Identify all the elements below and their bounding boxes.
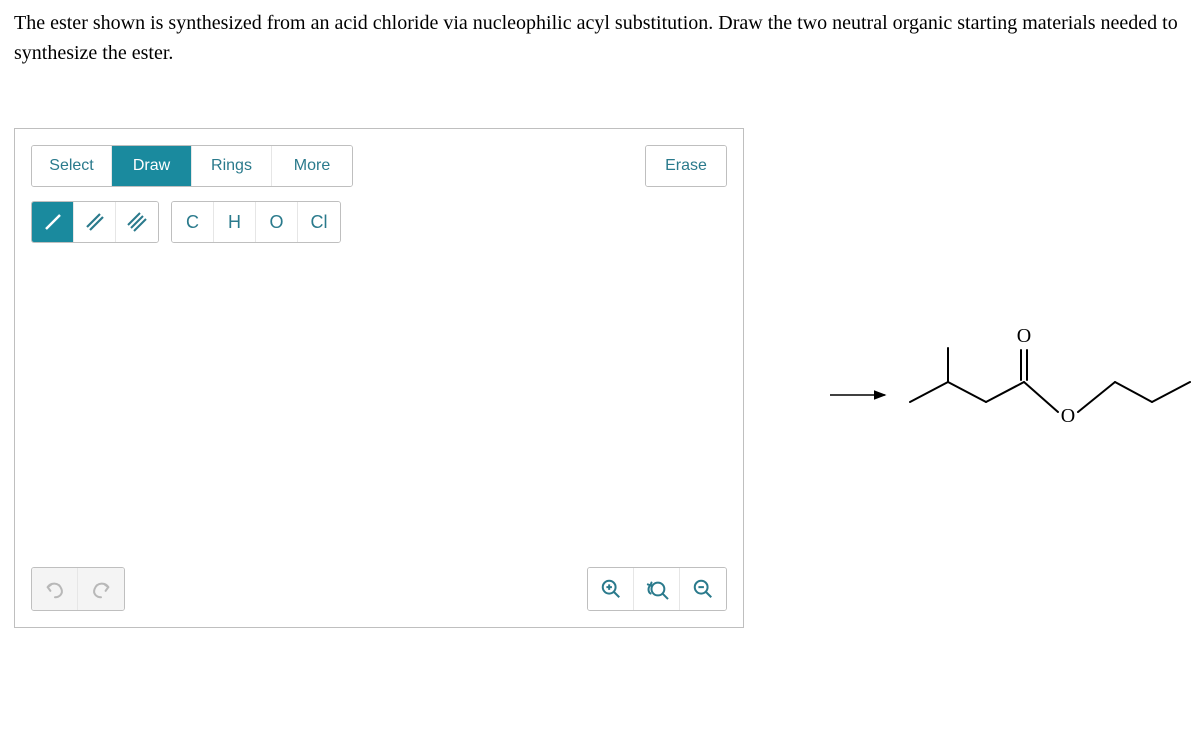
history-group bbox=[31, 567, 125, 611]
hydrogen-button[interactable]: H bbox=[214, 202, 256, 242]
rings-button[interactable]: Rings bbox=[192, 146, 272, 186]
element-group: C H O Cl bbox=[171, 201, 341, 243]
product-molecule: O O bbox=[800, 320, 1200, 500]
carbonyl-oxygen-label: O bbox=[1017, 325, 1031, 347]
ester-oxygen-label: O bbox=[1061, 405, 1075, 427]
redo-button[interactable] bbox=[78, 568, 124, 610]
zoom-in-icon bbox=[600, 578, 622, 600]
redo-icon bbox=[90, 578, 112, 600]
undo-button[interactable] bbox=[32, 568, 78, 610]
chlorine-button[interactable]: Cl bbox=[298, 202, 340, 242]
undo-icon bbox=[44, 578, 66, 600]
single-bond-button[interactable] bbox=[32, 202, 74, 242]
toolbar-row-2: C H O Cl bbox=[31, 201, 727, 243]
erase-group: Erase bbox=[645, 145, 727, 187]
zoom-reset-icon bbox=[645, 578, 669, 600]
zoom-out-icon bbox=[692, 578, 714, 600]
toolbar-row-1: Select Draw Rings More Erase bbox=[31, 145, 727, 187]
drawing-canvas[interactable] bbox=[31, 257, 727, 577]
carbon-button[interactable]: C bbox=[172, 202, 214, 242]
bottom-tools bbox=[31, 567, 727, 611]
zoom-in-button[interactable] bbox=[588, 568, 634, 610]
draw-button[interactable]: Draw bbox=[112, 146, 192, 186]
bond-group bbox=[31, 201, 159, 243]
single-bond-icon bbox=[32, 202, 73, 242]
double-bond-button[interactable] bbox=[74, 202, 116, 242]
more-button[interactable]: More bbox=[272, 146, 352, 186]
triple-bond-icon bbox=[116, 202, 158, 242]
question-text: The ester shown is synthesized from an a… bbox=[14, 8, 1186, 68]
mode-group: Select Draw Rings More bbox=[31, 145, 353, 187]
erase-button[interactable]: Erase bbox=[646, 146, 726, 186]
triple-bond-button[interactable] bbox=[116, 202, 158, 242]
zoom-out-button[interactable] bbox=[680, 568, 726, 610]
zoom-reset-button[interactable] bbox=[634, 568, 680, 610]
structure-editor: Select Draw Rings More Erase bbox=[14, 128, 744, 628]
oxygen-button[interactable]: O bbox=[256, 202, 298, 242]
zoom-group bbox=[587, 567, 727, 611]
select-button[interactable]: Select bbox=[32, 146, 112, 186]
double-bond-icon bbox=[74, 202, 115, 242]
